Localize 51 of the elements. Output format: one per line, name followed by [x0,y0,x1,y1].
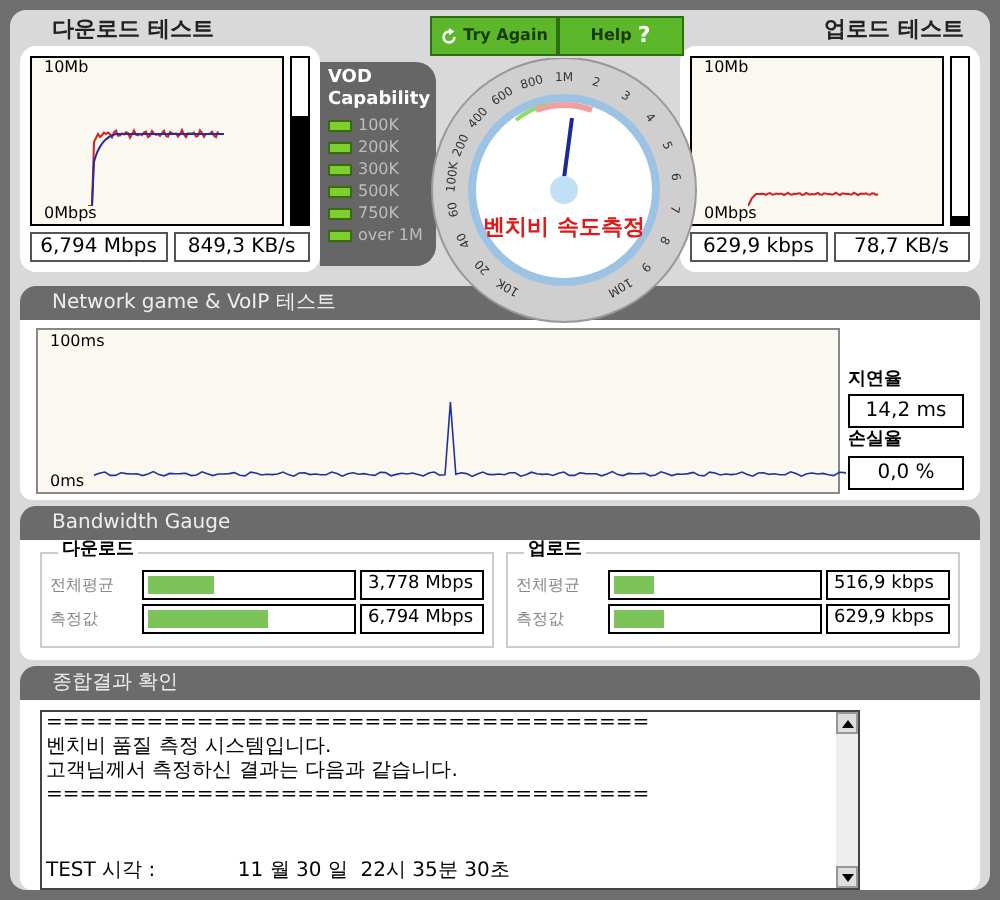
scroll-up-icon[interactable] [836,712,858,734]
axis-label: 0ms [50,471,85,491]
axis-label: 0Mbps [704,204,757,224]
try-again-button[interactable]: Try Again [430,16,557,56]
vod-title: VOD Capability [328,68,428,112]
dial-needle [550,117,578,204]
group-title: 업로드 [524,540,586,562]
section-title: 종합결과 확인 [52,670,179,698]
result-line: 벤치비 품질 측정 시스템입니다. [46,736,334,760]
vod-label: 300K [358,158,400,182]
gauge-value: 6,794 Mbps [360,604,484,634]
speed-trace-drawing [88,126,224,206]
rate-value: 78,7 KB/s [833,232,970,262]
section-title: Network game & VoIP 테스트 [52,290,336,318]
scroll-down-icon[interactable] [836,866,858,888]
vod-label: 100K [358,114,400,138]
rate-value: 849,3 KB/s [173,232,310,262]
vod-label: 200K [358,136,400,160]
result-line: 고객님께서 측정하신 결과는 다음과 같습니다. [46,760,460,784]
axis-label: 0Mbps [44,204,97,224]
latency-label: 지연율 [848,367,904,393]
gauge-label: 측정값 [516,607,566,631]
result-line: ==================================== [46,784,652,808]
loss-value: 0,0 % [848,455,964,489]
gauge-label: 측정값 [50,607,100,631]
help-button[interactable]: Help ? [557,16,684,56]
result-line: ==================================== [46,712,652,736]
vod-label: over 1M [358,224,423,248]
vod-label: 750K [358,202,400,226]
speed-value: 629,9 kbps [690,232,827,262]
result-line: TEST 시각 : 11 월 30 일 22시 35분 30초 [46,860,512,884]
gauge-value: 629,9 kbps [826,604,950,634]
speed-value: 6,794 Mbps [30,232,167,262]
speed-trace-drawing [748,188,884,208]
panel-title: 다운로드 테스트 [52,13,214,45]
gauge-label: 전체평균 [516,573,582,597]
gauge-value: 3,778 Mbps [360,570,484,600]
panel-title: 업로드 테스트 [824,13,964,45]
group-title: 다운로드 [58,540,138,562]
loss-label: 손실율 [848,428,904,454]
refresh-icon [439,27,458,45]
question-icon: ? [637,19,651,53]
vod-label: 500K [358,180,400,204]
axis-label: 10Mb [44,58,89,78]
axis-label: 10Mb [704,58,749,78]
dial-title: 벤치비 속도측정 [481,212,647,244]
gauge-label: 전체평균 [50,573,116,597]
axis-label: 100ms [50,331,105,351]
section-title: Bandwidth Gauge [52,510,231,538]
latency-value: 14,2 ms [848,394,964,428]
gauge-value: 516,9 kbps [826,570,950,600]
